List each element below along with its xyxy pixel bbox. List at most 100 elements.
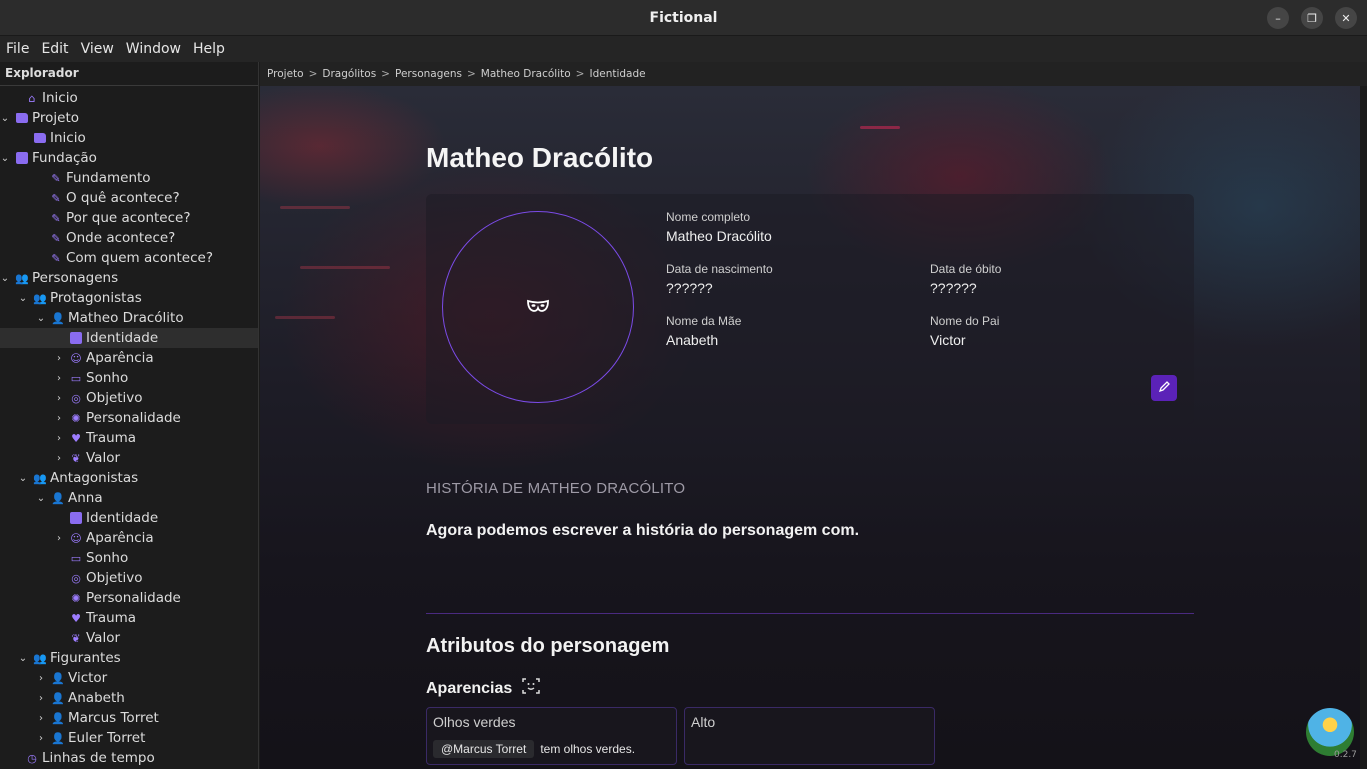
- tree-item-label: Anna: [68, 490, 103, 506]
- id-card-icon: [70, 512, 82, 524]
- tree-item-label: Identidade: [86, 330, 159, 346]
- chevron-right-icon[interactable]: ›: [54, 393, 64, 404]
- edit-button[interactable]: [1151, 375, 1177, 401]
- brain-icon: ✺: [71, 411, 81, 425]
- restore-button[interactable]: ❐: [1301, 7, 1323, 29]
- tree-item[interactable]: ⌄ Fundação: [0, 148, 258, 168]
- group-icon: 👥: [33, 651, 47, 665]
- tree-item[interactable]: › ▭ Sonho: [0, 368, 258, 388]
- breadcrumb-item[interactable]: Dragólitos: [322, 68, 376, 80]
- chevron-right-icon[interactable]: ›: [36, 733, 46, 744]
- menu-window[interactable]: Window: [126, 41, 187, 57]
- tree-item[interactable]: › ☺ Aparência: [0, 528, 258, 548]
- history-text[interactable]: Agora podemos escrever a história do per…: [426, 522, 859, 540]
- chevron-right-icon[interactable]: ›: [54, 433, 64, 444]
- menu-help[interactable]: Help: [193, 41, 231, 57]
- tree-item-label: Onde acontece?: [66, 230, 176, 246]
- leaf-icon: ❦: [71, 631, 81, 645]
- menu-file[interactable]: File: [6, 41, 35, 57]
- tree-item[interactable]: › 👤 Victor: [0, 668, 258, 688]
- appearance-heading: Aparencias: [426, 677, 541, 700]
- menu-bar: File Edit View Window Help: [0, 36, 1367, 62]
- scroll-icon: ✎: [51, 211, 61, 225]
- tree-item-label: Antagonistas: [50, 470, 139, 486]
- tree-item[interactable]: ⌄ Projeto: [0, 108, 258, 128]
- tree-item[interactable]: ✎ Com quem acontece?: [0, 248, 258, 268]
- tree-item[interactable]: Identidade: [0, 328, 258, 348]
- close-button[interactable]: ✕: [1335, 7, 1357, 29]
- pencil-icon: [1158, 380, 1171, 397]
- chevron-down-icon[interactable]: ⌄: [18, 293, 28, 304]
- field-label: Nome do Pai: [930, 314, 1000, 328]
- chevron-down-icon[interactable]: ⌄: [36, 493, 46, 504]
- tree-item[interactable]: › ✺ Personalidade: [0, 408, 258, 428]
- chevron-right-icon[interactable]: ›: [54, 373, 64, 384]
- tree-item[interactable]: › 👤 Euler Torret: [0, 728, 258, 748]
- breadcrumb-item[interactable]: Personagens: [395, 68, 462, 80]
- tree-item-label: Personagens: [32, 270, 119, 286]
- chevron-right-icon[interactable]: ›: [54, 353, 64, 364]
- tree-item[interactable]: ⌄ 👥 Figurantes: [0, 648, 258, 668]
- tree-item[interactable]: ✎ Onde acontece?: [0, 228, 258, 248]
- tree-item[interactable]: ⌄ 👥 Antagonistas: [0, 468, 258, 488]
- chevron-right-icon[interactable]: ›: [54, 413, 64, 424]
- menu-edit[interactable]: Edit: [41, 41, 74, 57]
- chevron-down-icon[interactable]: ⌄: [18, 473, 28, 484]
- tree-item[interactable]: ❦ Valor: [0, 628, 258, 648]
- chevron-right-icon[interactable]: ›: [36, 713, 46, 724]
- breadcrumb-item[interactable]: Projeto: [267, 68, 304, 80]
- chevron-down-icon[interactable]: ⌄: [18, 653, 28, 664]
- mention-tag[interactable]: @Marcus Torret: [433, 740, 535, 758]
- breadcrumb-item[interactable]: Matheo Dracólito: [481, 68, 571, 80]
- tree-item[interactable]: › ◎ Objetivo: [0, 388, 258, 408]
- tree-item[interactable]: ✺ Personalidade: [0, 588, 258, 608]
- tree-item[interactable]: ♥ Trauma: [0, 608, 258, 628]
- tree-item[interactable]: ⌄ 👥 Personagens: [0, 268, 258, 288]
- appearance-title: Aparencias: [426, 679, 513, 697]
- tree-item[interactable]: ⌂ Inicio: [0, 88, 258, 108]
- tree-item[interactable]: ⌄ 👤 Anna: [0, 488, 258, 508]
- attribute-title: Alto: [691, 714, 716, 730]
- menu-view[interactable]: View: [81, 41, 120, 57]
- chevron-right-icon[interactable]: ›: [36, 693, 46, 704]
- tree-item[interactable]: ✎ O quê acontece?: [0, 188, 258, 208]
- chevron-down-icon[interactable]: ⌄: [0, 113, 10, 124]
- scroll-icon: ✎: [51, 191, 61, 205]
- tree-item[interactable]: ◷ Linhas de tempo: [0, 748, 258, 768]
- chevron-right-icon[interactable]: ›: [54, 453, 64, 464]
- minimize-button[interactable]: –: [1267, 7, 1289, 29]
- tree-item[interactable]: Inicio: [0, 128, 258, 148]
- tree-item[interactable]: ▭ Sonho: [0, 548, 258, 568]
- chevron-right-icon[interactable]: ›: [36, 673, 46, 684]
- tree-item[interactable]: › ☺ Aparência: [0, 348, 258, 368]
- tree-item[interactable]: ✎ Fundamento: [0, 168, 258, 188]
- avatar[interactable]: [442, 211, 634, 403]
- tree-item-label: Linhas de tempo: [42, 750, 155, 766]
- field-value: Matheo Dracólito: [666, 228, 772, 244]
- folder-icon: [34, 133, 46, 143]
- scroll-icon: ✎: [51, 171, 61, 185]
- mother-name-field: Nome da Mãe Anabeth: [666, 314, 741, 348]
- tree-item[interactable]: › ♥ Trauma: [0, 428, 258, 448]
- app-logo[interactable]: [1306, 708, 1354, 756]
- leaf-icon: ❦: [71, 451, 81, 465]
- person-icon: 👤: [51, 711, 65, 725]
- attribute-card[interactable]: Olhos verdes @Marcus Torret tem olhos ver…: [426, 707, 677, 765]
- tree-item[interactable]: › ❦ Valor: [0, 448, 258, 468]
- tree-item[interactable]: ⌄ 👥 Protagonistas: [0, 288, 258, 308]
- group-icon: 👥: [33, 291, 47, 305]
- tree-item[interactable]: ✎ Por que acontece?: [0, 208, 258, 228]
- chevron-down-icon[interactable]: ⌄: [0, 153, 10, 164]
- field-label: Nome da Mãe: [666, 314, 742, 328]
- chevron-right-icon[interactable]: ›: [54, 533, 64, 544]
- chevron-down-icon[interactable]: ⌄: [0, 273, 10, 284]
- tree-item[interactable]: › 👤 Anabeth: [0, 688, 258, 708]
- tree-item[interactable]: › 👤 Marcus Torret: [0, 708, 258, 728]
- tree-item[interactable]: ⌄ 👤 Matheo Dracólito: [0, 308, 258, 328]
- tree-item[interactable]: Identidade: [0, 508, 258, 528]
- chevron-down-icon[interactable]: ⌄: [36, 313, 46, 324]
- death-date-field: Data de óbito ??????: [930, 262, 1001, 296]
- breadcrumb-item[interactable]: Identidade: [589, 68, 645, 80]
- attribute-card[interactable]: Alto: [684, 707, 935, 765]
- tree-item[interactable]: ◎ Objetivo: [0, 568, 258, 588]
